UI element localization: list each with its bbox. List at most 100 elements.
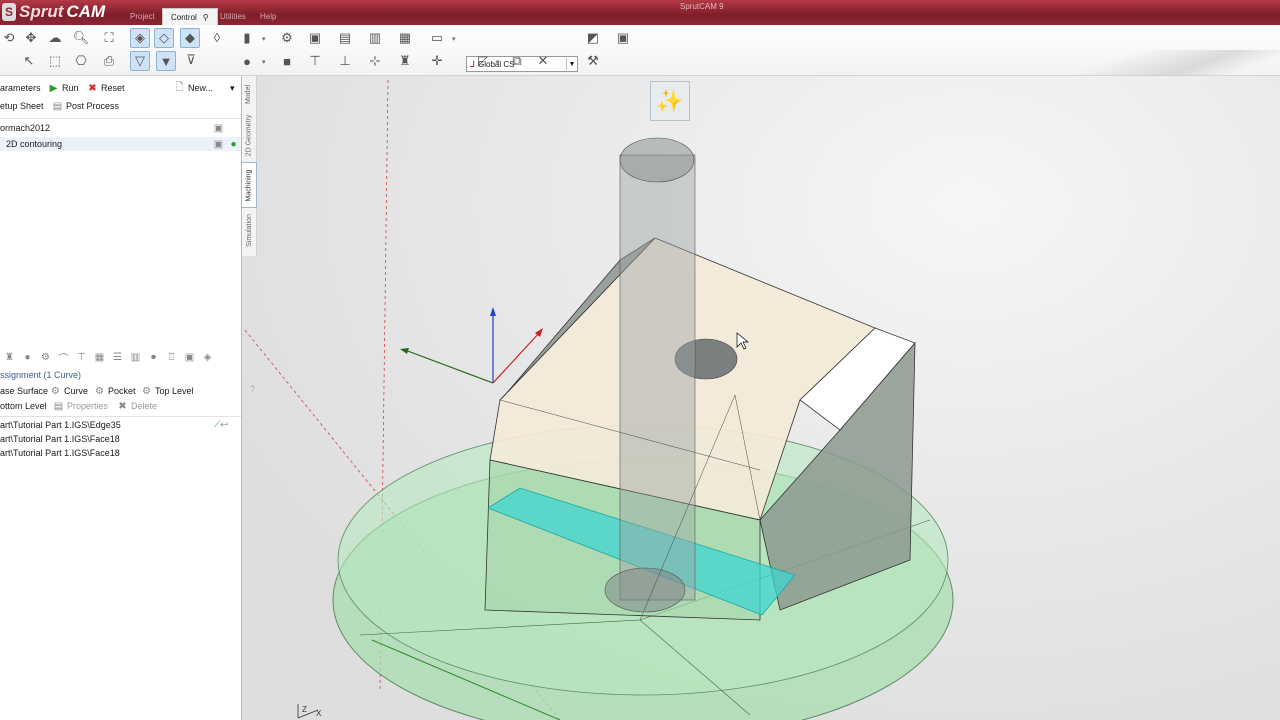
base-surface-button[interactable]: ase Surface (0, 384, 48, 398)
gear-icon[interactable]: ⚙ (40, 352, 51, 363)
side-tabs: Model 2D Geometry Machining Simulation (241, 76, 257, 256)
axes-icon[interactable]: ⊹ (366, 52, 384, 70)
grid-icon[interactable]: ▦ (94, 352, 105, 363)
tree-item-machine[interactable]: ormach2012 ▣ (0, 121, 241, 135)
tab-project[interactable]: Project (122, 9, 163, 23)
toolbar: ⟲ ✥ ☁ 🔍︎ ⛶ ↖ ⬚ ⎔ ⎙ ◈ ◇ ◆ ◊ ▽ ▼ ⊽ ▮ ▾ ● ▾… (0, 25, 1280, 100)
close-icon: ✖ (88, 82, 97, 94)
tab-2d-geometry[interactable]: 2D Geometry (242, 110, 256, 160)
top-level-button[interactable]: ⚙ Top Level (141, 384, 194, 398)
title-bar: S Sprut CAM Project Control ⚲ Utilities He… (0, 0, 1280, 25)
sphere-icon[interactable]: ● (238, 52, 256, 70)
clamp-icon[interactable]: ♜ (396, 52, 414, 70)
3d-viewport[interactable]: Z X ? (242, 76, 1280, 720)
curve-button[interactable]: ⚙ Curve (50, 384, 88, 398)
fixture-icon[interactable]: ⊥ (336, 52, 354, 70)
tab-help[interactable]: Help (252, 9, 284, 23)
model-scene: Z X (244, 79, 954, 720)
box-open-icon[interactable]: ▤ (336, 29, 354, 47)
sphere-icon[interactable]: ● (22, 352, 33, 363)
chevron-down-icon[interactable]: ▾ (230, 81, 235, 95)
camera-icon[interactable]: ⎔ (72, 52, 90, 70)
print-icon[interactable]: ⎙ (100, 52, 118, 70)
rotate-icon[interactable]: ⟲ (0, 29, 18, 47)
post-process-icon: ▤ (52, 100, 63, 112)
spindle-icon[interactable]: ⊤ (306, 52, 324, 70)
view-top-icon[interactable]: ◇ (154, 28, 174, 48)
magic-wand-button[interactable]: ✨ (650, 81, 690, 121)
chevron-down-icon[interactable]: ▾ (262, 58, 266, 66)
run-button[interactable]: ▶ Run (48, 81, 79, 95)
setup-sheet-button[interactable]: etup Sheet (0, 99, 44, 113)
tool-holder-icon[interactable]: ▦ (396, 29, 414, 47)
parameters-button[interactable]: arameters (0, 81, 41, 95)
divider (0, 416, 241, 417)
pin-icon[interactable]: ⚲ (203, 13, 209, 22)
measure-icon[interactable]: ⚒ (584, 52, 602, 70)
view-left-icon[interactable]: ⊽ (182, 51, 200, 69)
assignment-toolbar: ♜ ● ⚙ ⌒ ⊤ ▦ ☰ ▥ ⏺ ♖ ▣ ◈ (4, 350, 216, 365)
cursor-icon[interactable]: ↖ (20, 52, 38, 70)
chevron-down-icon[interactable]: ▾ (496, 58, 500, 66)
geometry-item[interactable]: art\Tutorial Part 1.IGS\Face18 (0, 432, 120, 446)
fit-icon[interactable]: ⛶ (100, 29, 118, 47)
tree-item-operation[interactable]: 2D contouring ▣ ● (0, 137, 241, 151)
tab-utilities[interactable]: Utilities (212, 9, 254, 23)
chevron-down-icon[interactable]: ▾ (452, 35, 456, 43)
green-part-icon[interactable]: ▥ (366, 29, 384, 47)
machine-tree-icon: ▣ (213, 122, 224, 134)
curve-icon[interactable]: ⌒ (58, 352, 69, 365)
divider (0, 118, 241, 119)
geometry-item[interactable]: art\Tutorial Part 1.IGS\Face18 (0, 446, 120, 460)
properties-button[interactable]: ▤ Properties (53, 399, 108, 413)
machine-icon[interactable]: ⚙ (278, 29, 296, 47)
simulation-icon[interactable]: ◩ (584, 29, 602, 47)
delete-button[interactable]: ✖ Delete (117, 399, 157, 413)
filter-icon[interactable]: ⊤ (76, 352, 87, 363)
tool-icon[interactable]: ♜ (4, 352, 15, 363)
fixture-icon[interactable]: ♖ (166, 352, 177, 363)
tab-machining[interactable]: Machining (241, 162, 257, 208)
chevron-down-icon[interactable]: ▼ (566, 58, 577, 70)
post-process-button[interactable]: ▤ Post Process (52, 99, 119, 113)
view-iso-icon[interactable]: ◈ (130, 28, 150, 48)
monitor-icon[interactable]: ▣ (614, 29, 632, 47)
viewport-marker: ? (250, 384, 256, 394)
view-side-icon[interactable]: ◊ (208, 28, 226, 46)
cylinder-icon[interactable]: ▮ (238, 29, 256, 47)
axis-label-x: X (316, 709, 322, 718)
tab-control[interactable]: Control ⚲ (162, 8, 218, 25)
pan-icon[interactable]: ✥ (22, 29, 40, 47)
select-box-icon[interactable]: ⬚ (46, 52, 64, 70)
plane-icon[interactable]: ◸ (474, 52, 492, 70)
chevron-down-icon[interactable]: ▾ (262, 35, 266, 43)
table-icon[interactable]: ▥ (130, 352, 141, 363)
reset-button[interactable]: ✖ Reset (87, 81, 124, 95)
box3d-icon[interactable]: ◈ (202, 352, 213, 363)
list-icon[interactable]: ☰ (112, 352, 123, 363)
operation-icon: ▣ (213, 138, 224, 150)
cloud-icon[interactable]: ☁ (46, 29, 64, 47)
logo-icon: S (2, 3, 16, 21)
view-front-icon[interactable]: ◆ (180, 28, 200, 48)
view-back-icon[interactable]: ▼ (156, 51, 176, 71)
transform-icon[interactable]: ⧉ (508, 52, 526, 70)
window-title: SprutCAM 9 (680, 2, 724, 11)
snap-icon[interactable]: ✛ (428, 52, 446, 70)
bottom-level-button[interactable]: ottom Level (0, 399, 47, 413)
box-icon[interactable]: ▣ (306, 29, 324, 47)
display-icon[interactable]: ▭ (428, 29, 446, 47)
tab-simulation[interactable]: Simulation (242, 208, 256, 252)
box-icon[interactable]: ▣ (184, 352, 195, 363)
curve-direction-icon[interactable]: ⟋↩ (214, 417, 228, 431)
geometry-item[interactable]: art\Tutorial Part 1.IGS\Edge35 (0, 418, 121, 432)
pocket-button[interactable]: ⚙ Pocket (94, 384, 136, 398)
logo-prefix: Sprut (19, 2, 64, 21)
block-icon[interactable]: ■ (278, 52, 296, 70)
new-operation-button[interactable]: 🗋︎ New... (174, 81, 213, 95)
delete-cs-icon[interactable]: ✕ (534, 52, 552, 70)
view-bottom-icon[interactable]: ▽ (130, 51, 150, 71)
tab-model[interactable]: Model (242, 78, 256, 110)
zoom-icon[interactable]: 🔍︎ (72, 29, 90, 47)
pause-icon[interactable]: ⏺ (148, 352, 159, 363)
